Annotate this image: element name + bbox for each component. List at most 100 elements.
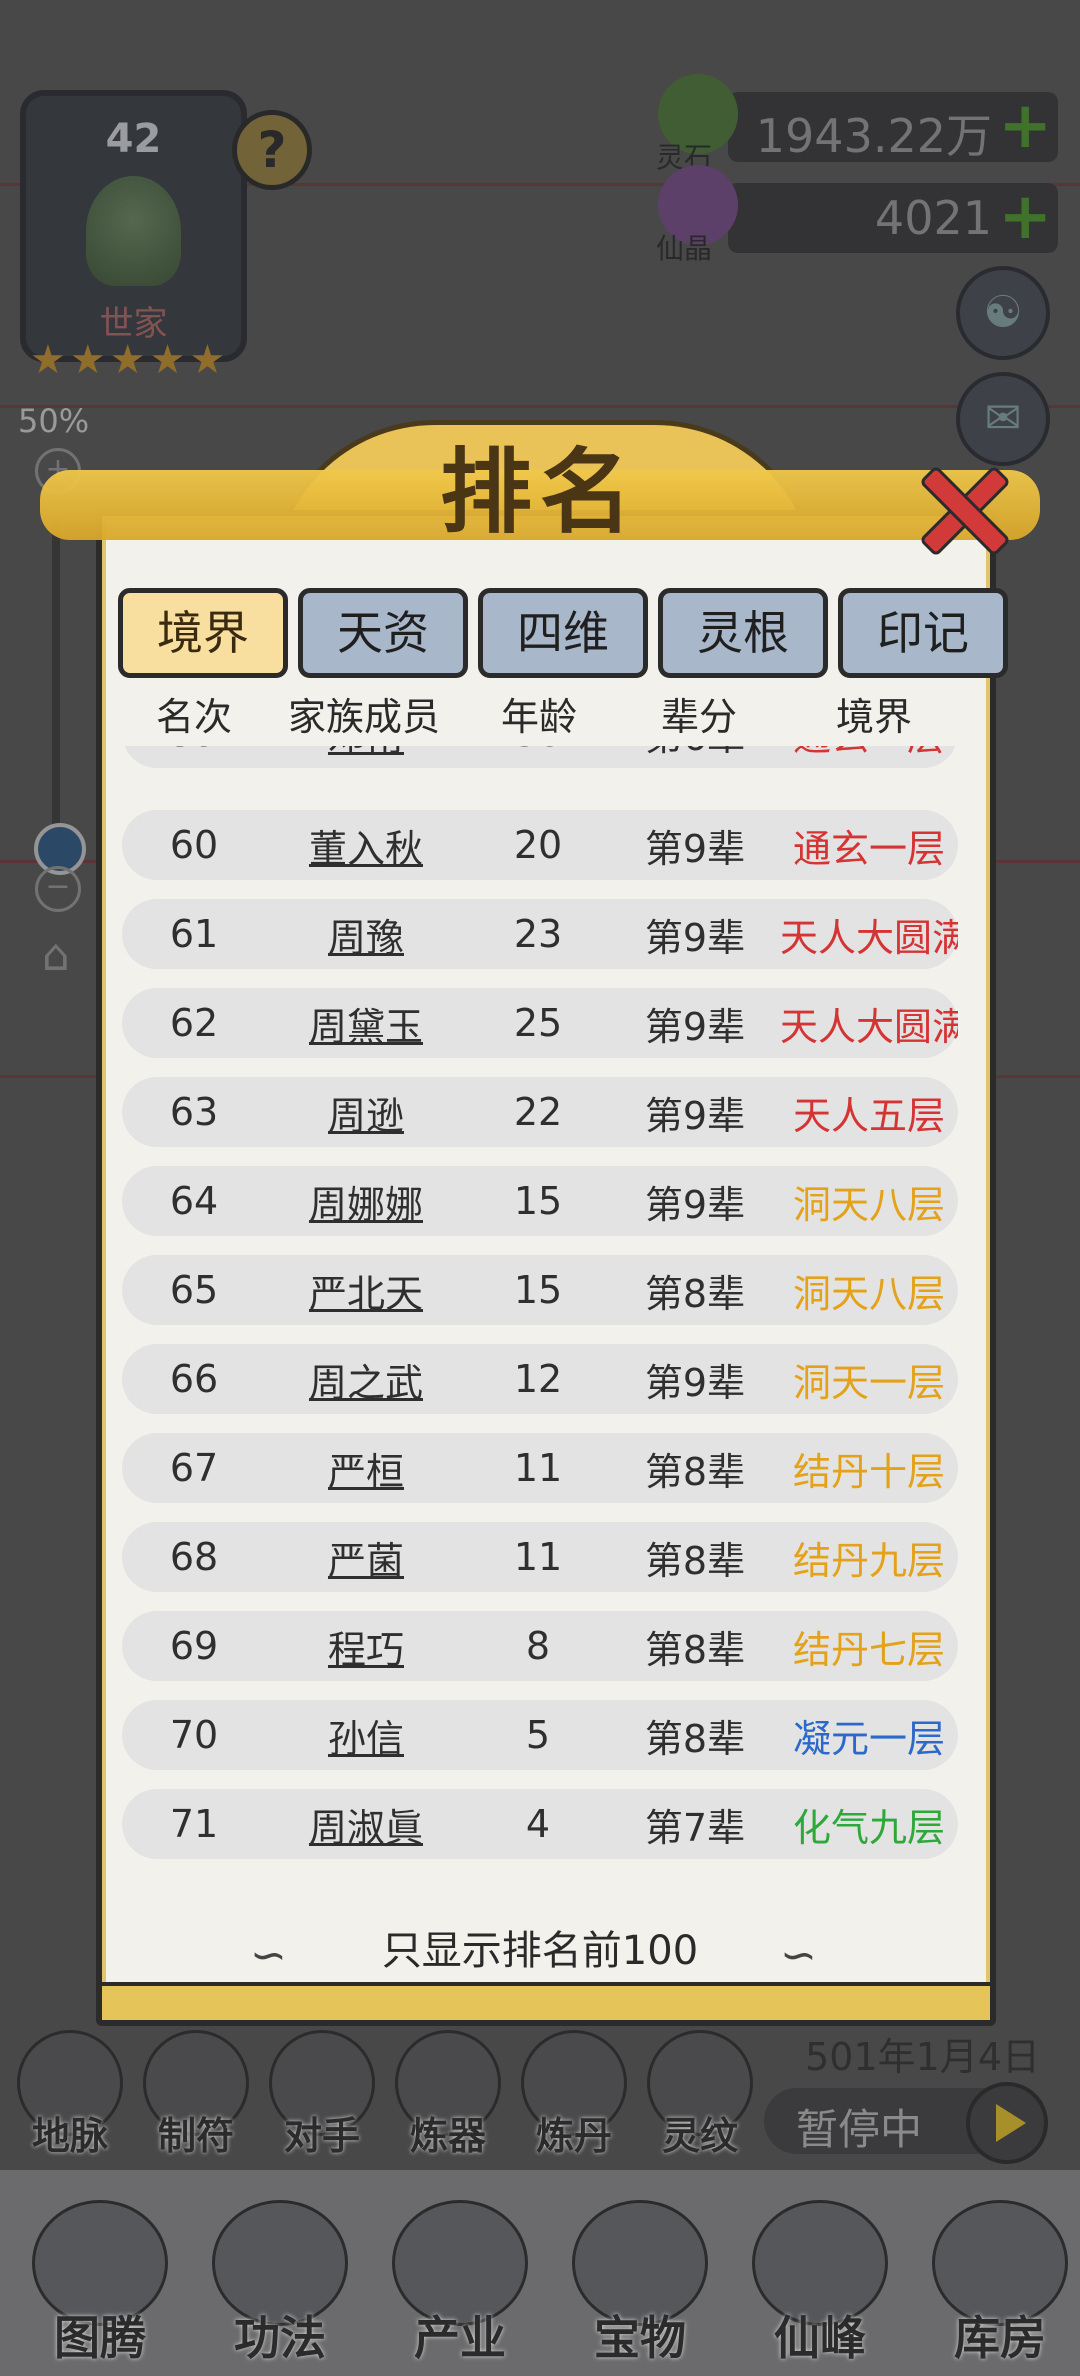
header-realm: 境界: [835, 695, 912, 739]
member-name-link[interactable]: 严北天: [266, 1263, 466, 1318]
nav-label: 图腾: [54, 2311, 146, 2365]
rank-cell: 68: [169, 1535, 219, 1579]
family-stars: ★ ★ ★ ★ ★: [30, 340, 225, 380]
nav-label: 功法: [234, 2311, 326, 2365]
realm-cell: 结丹十层: [792, 1449, 945, 1494]
cloud-swirl-icon: ∽: [780, 1930, 817, 1981]
rank-cell: 63: [169, 1090, 219, 1134]
tab-realm[interactable]: 境界: [118, 588, 288, 678]
realm-cell: 洞天八层: [792, 1271, 945, 1316]
member-name-link[interactable]: 周娜娜: [266, 1174, 466, 1229]
pause-label: 暂停中: [796, 2105, 923, 2154]
realm-cell: 凝元一层: [792, 1716, 945, 1761]
table-row: 61 周豫 23 第9辈 天人大圆满: [122, 899, 958, 969]
tool-talisman[interactable]: 制符: [142, 2030, 250, 2160]
tool-alchemy[interactable]: 炼丹: [520, 2030, 628, 2160]
rank-cell: 70: [169, 1713, 219, 1757]
member-name-link[interactable]: 周淑眞: [266, 1797, 466, 1852]
generation-cell: 第9辈: [644, 1182, 746, 1227]
rank-cell: 69: [169, 1624, 219, 1668]
add-spirit-stone-button[interactable]: +: [998, 94, 1052, 158]
nav-techniques[interactable]: 功法: [194, 2200, 366, 2370]
tab-spirit-root[interactable]: 灵根: [658, 588, 828, 678]
member-name-link[interactable]: 周豫: [266, 907, 466, 962]
table-row: 60 董入秋 20 第9辈 通玄一层: [122, 810, 958, 880]
ranking-footer-note: 只显示排名前100: [381, 1928, 699, 1974]
nav-immortal-peak[interactable]: 仙峰: [734, 2200, 906, 2370]
member-name-link[interactable]: 周之武: [266, 1352, 466, 1407]
tab-four-stats[interactable]: 四维: [478, 588, 648, 678]
rank-cell: 65: [169, 1268, 219, 1312]
age-cell: 4: [525, 1802, 551, 1846]
generation-cell: 第9辈: [644, 826, 746, 871]
tool-label: 炼丹: [535, 2114, 612, 2158]
settings-gear-icon[interactable]: ☯: [956, 266, 1050, 360]
zoom-out-button[interactable]: −: [35, 866, 81, 912]
star-icon: ★: [189, 337, 226, 383]
member-name-link[interactable]: 董入秋: [266, 818, 466, 873]
rank-cell: 71: [169, 1802, 219, 1846]
tab-talent[interactable]: 天资: [298, 588, 468, 678]
age-cell: 23: [513, 912, 563, 956]
age-cell: 22: [513, 1090, 563, 1134]
table-row: 67 严桓 11 第8辈 结丹十层: [122, 1433, 958, 1503]
tool-artifact-forge[interactable]: 炼器: [394, 2030, 502, 2160]
table-row: 66 周之武 12 第9辈 洞天一层: [122, 1344, 958, 1414]
member-name-link[interactable]: 严桓: [266, 1441, 466, 1496]
table-row: 62 周黛玉 25 第9辈 天人大圆满: [122, 988, 958, 1058]
play-icon[interactable]: [966, 2082, 1048, 2164]
generation-cell: 第6辈: [610, 746, 780, 761]
member-name-link[interactable]: 周逊: [266, 1085, 466, 1140]
tool-opponent[interactable]: 对手: [268, 2030, 376, 2160]
member-name-link[interactable]: 孙信: [266, 1708, 466, 1763]
nav-storehouse[interactable]: 库房: [914, 2200, 1080, 2370]
age-cell: 11: [513, 1535, 563, 1579]
rank-cell: 66: [169, 1357, 219, 1401]
star-icon: ★: [69, 337, 106, 383]
member-name-link[interactable]: 严菌: [266, 1530, 466, 1585]
close-icon[interactable]: [915, 462, 1005, 552]
nav-industry[interactable]: 产业: [374, 2200, 546, 2370]
generation-cell: 第9辈: [644, 1004, 746, 1049]
tool-bar: 地脉 制符 对手 炼器 炼丹 灵纹: [16, 2030, 754, 2160]
resource-value: 4021: [874, 191, 992, 245]
age-cell: 11: [513, 1446, 563, 1490]
realm-cell: 结丹九层: [792, 1538, 945, 1583]
map-line: [0, 405, 1080, 408]
tool-label: 制符: [157, 2114, 234, 2158]
zoom-slider[interactable]: [52, 515, 60, 845]
realm-cell: 天人五层: [792, 1093, 945, 1138]
ranking-tabs: 境界 天资 四维 灵根 印记: [118, 588, 1008, 678]
add-immortal-crystal-button[interactable]: +: [998, 185, 1052, 249]
rank-cell: 67: [169, 1446, 219, 1490]
family-badge[interactable]: 42 世家: [20, 90, 247, 362]
header-generation: 辈分: [660, 695, 737, 739]
tab-mark[interactable]: 印记: [838, 588, 1008, 678]
help-button[interactable]: ?: [232, 110, 312, 190]
location-icon[interactable]: ⌂: [28, 930, 84, 986]
member-name-link[interactable]: 程巧: [266, 1619, 466, 1674]
rank-cell: 64: [169, 1179, 219, 1223]
star-icon: ★: [109, 337, 146, 383]
header-member: 家族成员: [287, 695, 440, 739]
resource-value: 1943.22万: [755, 109, 992, 163]
header-rank: 名次: [155, 695, 232, 739]
member-name-link[interactable]: 邓甬: [266, 746, 466, 761]
member-name-link[interactable]: 周黛玉: [266, 996, 466, 1051]
ranking-list[interactable]: 59 邓甬 38 第6辈 通玄一层 60 董入秋 20 第9辈 通玄一层 61 …: [122, 746, 958, 1866]
tool-earth-vein[interactable]: 地脉: [16, 2030, 124, 2160]
table-header: 名次 家族成员 年龄 辈分 境界: [124, 686, 964, 746]
table-row: 71 周淑眞 4 第7辈 化气九层: [122, 1789, 958, 1859]
nav-label: 库房: [954, 2311, 1046, 2365]
nav-totem[interactable]: 图腾: [14, 2200, 186, 2370]
tool-label: 灵纹: [661, 2114, 738, 2158]
table-row: 63 周逊 22 第9辈 天人五层: [122, 1077, 958, 1147]
star-icon: ★: [149, 337, 186, 383]
header-age: 年龄: [500, 695, 577, 739]
family-level: 42: [105, 116, 162, 162]
generation-cell: 第8辈: [644, 1716, 746, 1761]
pause-toggle[interactable]: 暂停中: [764, 2082, 1048, 2164]
tool-spirit-pattern[interactable]: 灵纹: [646, 2030, 754, 2160]
nav-treasure[interactable]: 宝物: [554, 2200, 726, 2370]
rank-cell: 62: [169, 1001, 219, 1045]
